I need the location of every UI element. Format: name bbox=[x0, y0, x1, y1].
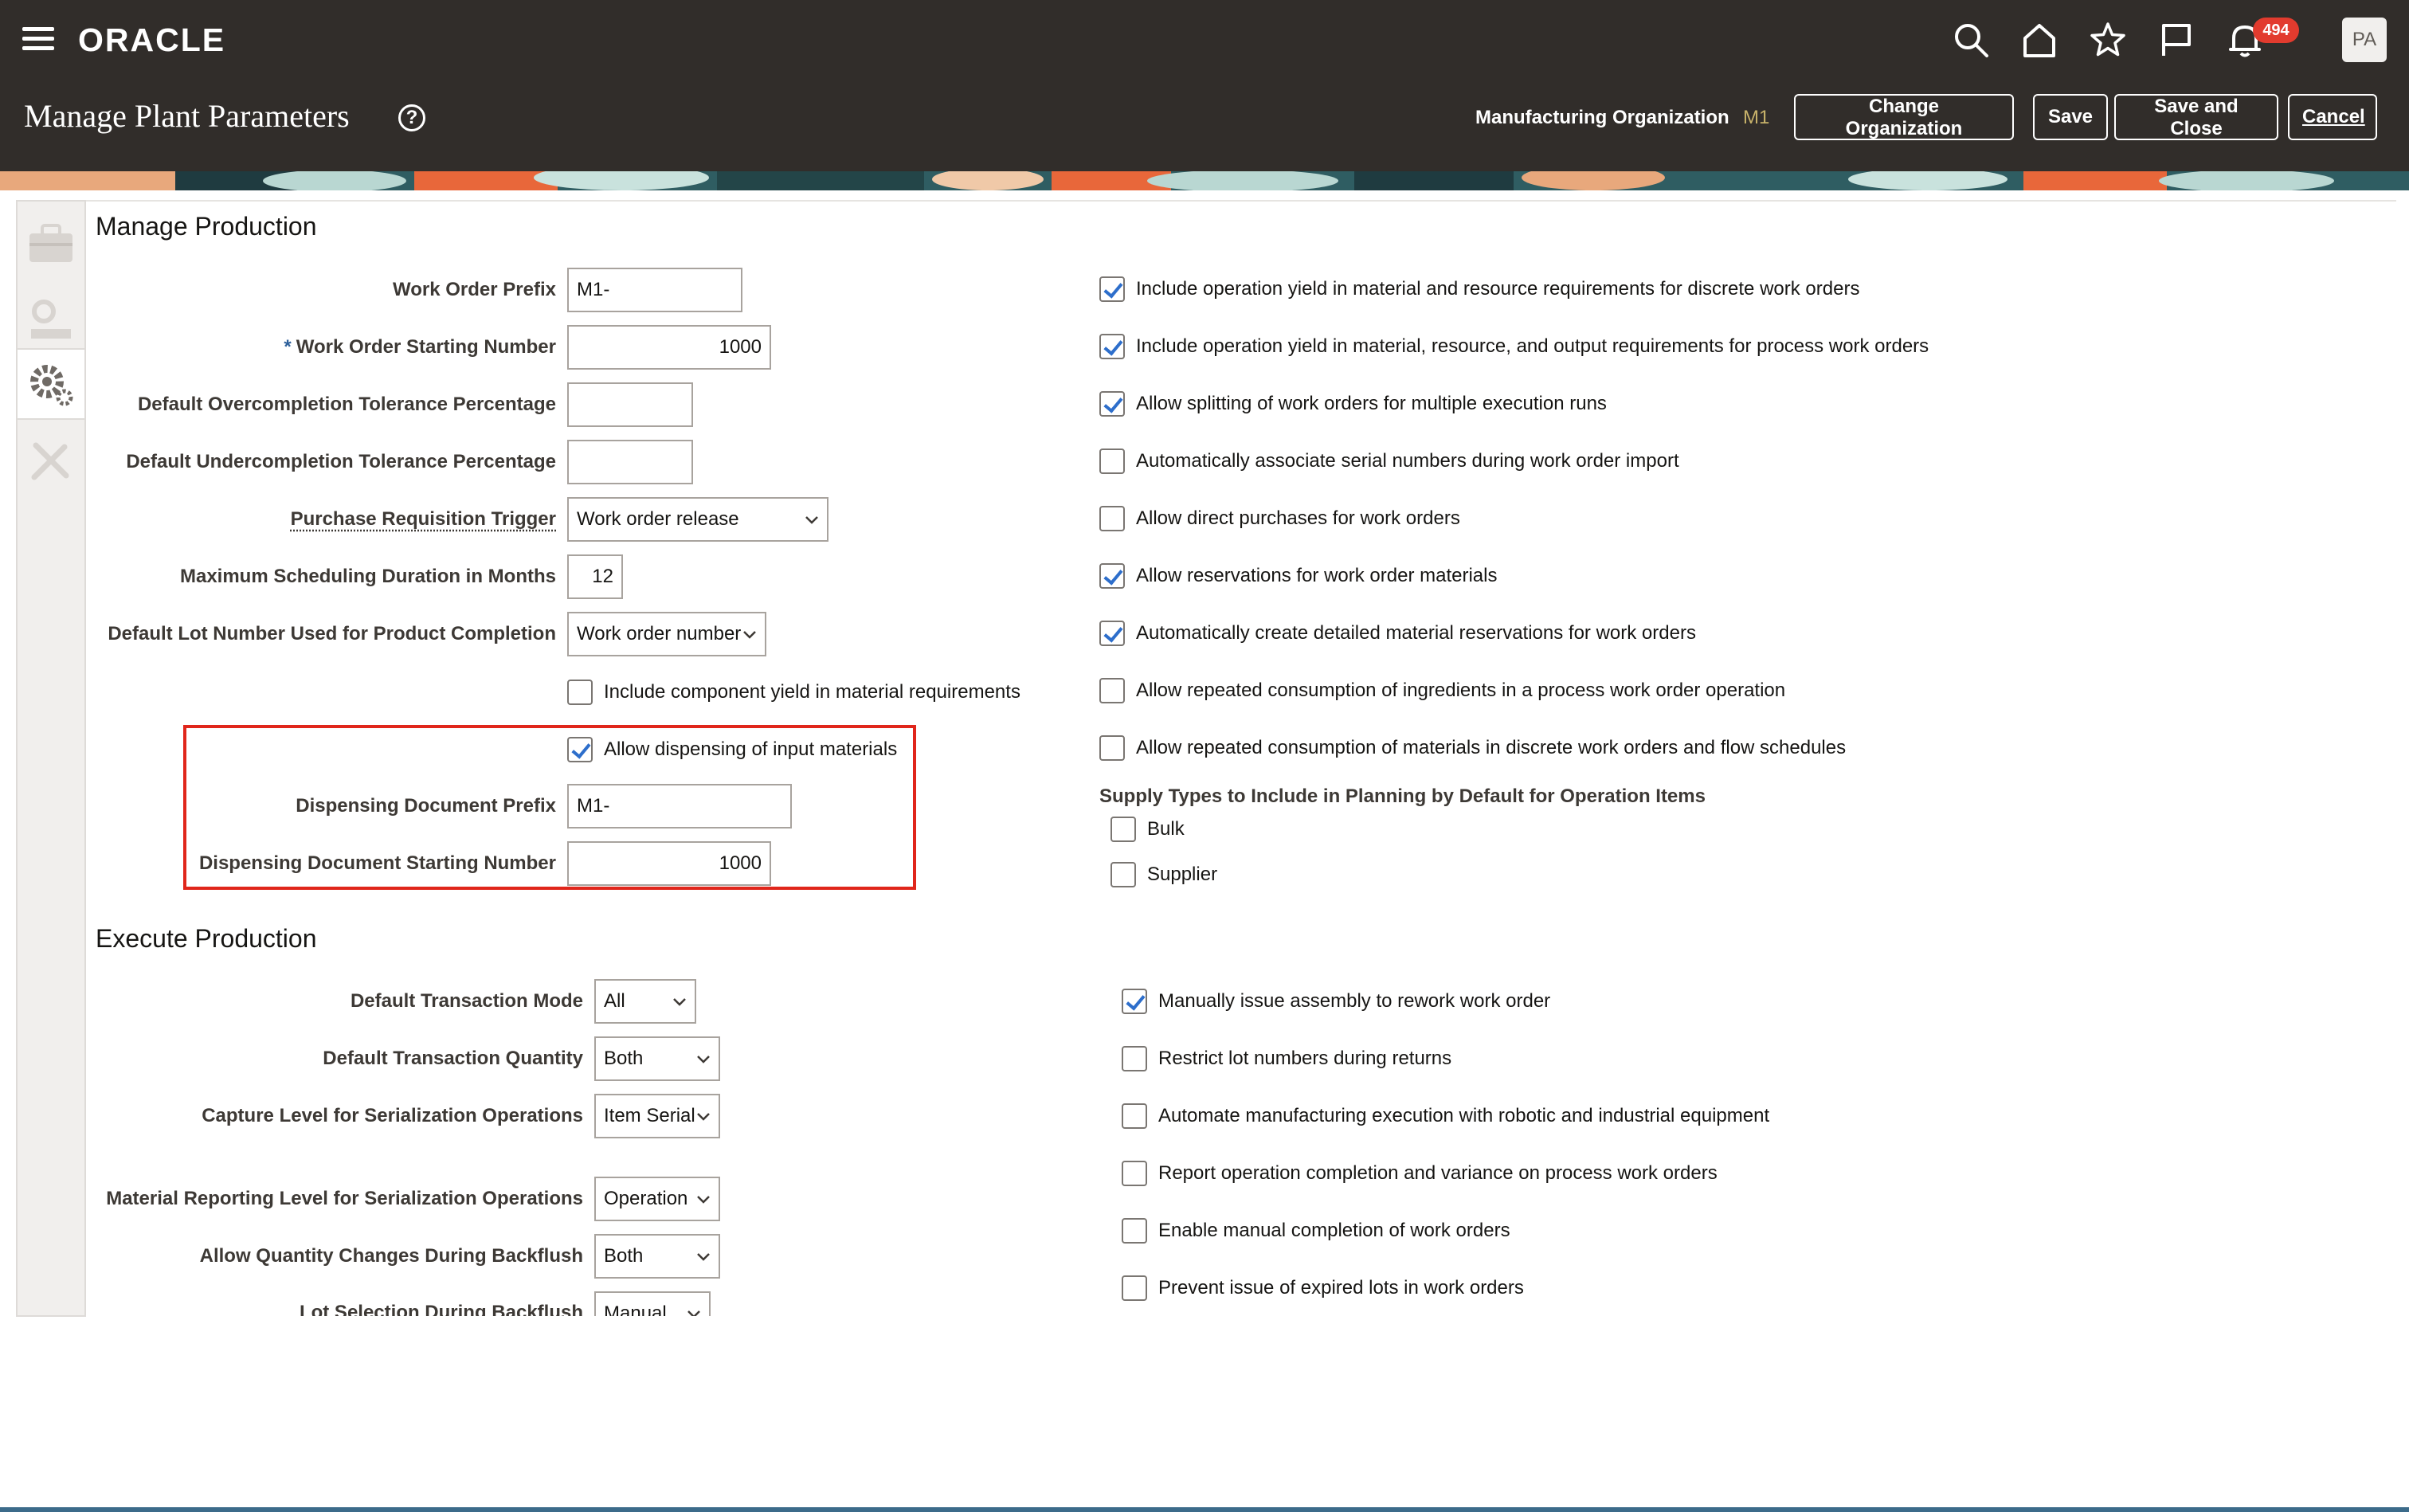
transaction-mode-label: Default Transaction Mode bbox=[350, 990, 583, 1012]
change-organization-button[interactable]: Change Organization bbox=[1794, 94, 2014, 140]
oracle-logo[interactable]: ORACLE bbox=[78, 20, 225, 60]
org-label: Manufacturing Organization bbox=[1475, 107, 1729, 128]
global-header: ORACLE 494 PA Manage Plant Parameters ? … bbox=[0, 0, 2409, 171]
cancel-button[interactable]: Cancel bbox=[2288, 94, 2377, 140]
overcompletion-tolerance-input[interactable] bbox=[567, 382, 693, 427]
quantity-changes-backflush-select[interactable]: Both bbox=[594, 1234, 720, 1279]
default-lot-number-select[interactable]: Work order number bbox=[567, 612, 766, 656]
dispensing-prefix-input[interactable] bbox=[567, 784, 792, 828]
tools-tab-icon[interactable] bbox=[18, 425, 84, 496]
chevron-down-icon bbox=[697, 1196, 710, 1204]
required-indicator: * bbox=[284, 336, 292, 358]
dispensing-starting-number-label: Dispensing Document Starting Number bbox=[198, 852, 556, 874]
home-icon[interactable] bbox=[2017, 18, 2062, 62]
search-icon[interactable] bbox=[1949, 18, 1993, 62]
menu-icon[interactable] bbox=[22, 27, 54, 51]
work-order-starting-number-input[interactable] bbox=[567, 325, 771, 370]
gear-tab-icon[interactable] bbox=[18, 348, 84, 420]
content-top-divider bbox=[86, 200, 2396, 202]
toolbox-tab-icon[interactable] bbox=[18, 208, 84, 280]
option-checkbox[interactable]: Include operation yield in material and … bbox=[1099, 276, 1859, 303]
clipped-row-container: Lot Selection During Backflush Manual bbox=[0, 1289, 797, 1316]
supply-type-bulk-checkbox[interactable]: Bulk bbox=[1110, 816, 1185, 843]
include-component-yield-checkbox[interactable]: Include component yield in material requ… bbox=[567, 679, 1020, 706]
max-scheduling-duration-input[interactable] bbox=[567, 554, 623, 599]
work-order-prefix-input[interactable] bbox=[567, 268, 742, 312]
bottom-border bbox=[0, 1507, 2409, 1512]
chevron-down-icon bbox=[697, 1056, 710, 1063]
help-icon[interactable]: ? bbox=[398, 104, 425, 131]
material-reporting-level-label: Material Reporting Level for Serializati… bbox=[106, 1188, 583, 1209]
option-checkbox[interactable]: Include operation yield in material, res… bbox=[1099, 333, 1929, 360]
save-button[interactable]: Save bbox=[2033, 94, 2108, 140]
option-checkbox[interactable]: Automatically create detailed material r… bbox=[1099, 620, 1696, 647]
purchase-requisition-trigger-label[interactable]: Purchase Requisition Trigger bbox=[291, 508, 556, 531]
chevron-down-icon bbox=[673, 998, 686, 1006]
favorites-star-icon[interactable] bbox=[2086, 18, 2130, 62]
checkbox-box bbox=[567, 680, 593, 705]
capture-level-label: Capture Level for Serialization Operatio… bbox=[202, 1105, 583, 1126]
page-title: Manage Plant Parameters bbox=[24, 98, 350, 134]
purchase-requisition-trigger-select[interactable]: Work order release bbox=[567, 497, 828, 542]
work-order-starting-number-label: * Work Order Starting Number bbox=[284, 336, 556, 358]
quantity-changes-backflush-label: Allow Quantity Changes During Backflush bbox=[199, 1245, 583, 1267]
settings-gears-tab-icon[interactable] bbox=[18, 284, 84, 356]
flag-icon[interactable] bbox=[2154, 18, 2199, 62]
option-checkbox[interactable]: Allow direct purchases for work orders bbox=[1099, 505, 1460, 532]
lot-selection-backflush-label: Lot Selection During Backflush bbox=[299, 1302, 583, 1316]
transaction-mode-select[interactable]: All bbox=[594, 979, 696, 1024]
dispensing-starting-number-input[interactable] bbox=[567, 841, 771, 886]
work-order-prefix-label: Work Order Prefix bbox=[393, 279, 556, 300]
max-scheduling-duration-label: Maximum Scheduling Duration in Months bbox=[179, 566, 556, 587]
dispensing-prefix-label: Dispensing Document Prefix bbox=[296, 795, 556, 817]
notifications-count-badge[interactable]: 494 bbox=[2253, 18, 2299, 43]
transaction-quantity-select[interactable]: Both bbox=[594, 1036, 720, 1081]
chevron-down-icon bbox=[743, 631, 756, 639]
transaction-quantity-label: Default Transaction Quantity bbox=[323, 1048, 583, 1069]
save-and-close-button[interactable]: Save and Close bbox=[2114, 94, 2278, 140]
supply-types-heading: Supply Types to Include in Planning by D… bbox=[1099, 785, 1706, 807]
option-checkbox[interactable]: Allow reservations for work order materi… bbox=[1099, 562, 1497, 590]
lot-selection-backflush-select[interactable]: Manual bbox=[594, 1291, 711, 1316]
chevron-down-icon bbox=[687, 1310, 700, 1316]
chevron-down-icon bbox=[697, 1113, 710, 1121]
undercompletion-tolerance-label: Default Undercompletion Tolerance Percen… bbox=[126, 451, 556, 472]
option-checkbox[interactable]: Manually issue assembly to rework work o… bbox=[1122, 988, 1550, 1015]
undercompletion-tolerance-input[interactable] bbox=[567, 440, 693, 484]
option-checkbox[interactable]: Automate manufacturing execution with ro… bbox=[1122, 1103, 1769, 1130]
panel-tabs-rail bbox=[16, 200, 86, 1317]
material-reporting-level-select[interactable]: Operation bbox=[594, 1177, 720, 1221]
option-checkbox[interactable]: Allow splitting of work orders for multi… bbox=[1099, 390, 1607, 417]
chevron-down-icon bbox=[805, 516, 818, 524]
manage-production-heading: Manage Production bbox=[96, 212, 317, 241]
chevron-down-icon bbox=[697, 1253, 710, 1261]
org-value: M1 bbox=[1743, 107, 1770, 128]
option-checkbox[interactable]: Allow repeated consumption of ingredient… bbox=[1099, 677, 1785, 704]
option-checkbox[interactable]: Report operation completion and variance… bbox=[1122, 1160, 1718, 1187]
decorative-banner bbox=[0, 171, 2409, 190]
capture-level-select[interactable]: Item Serial bbox=[594, 1094, 720, 1138]
supply-type-supplier-checkbox[interactable]: Supplier bbox=[1110, 861, 1217, 888]
option-checkbox[interactable]: Restrict lot numbers during returns bbox=[1122, 1045, 1451, 1072]
option-checkbox[interactable]: Enable manual completion of work orders bbox=[1122, 1217, 1510, 1244]
option-checkbox[interactable]: Automatically associate serial numbers d… bbox=[1099, 448, 1679, 475]
execute-production-heading: Execute Production bbox=[96, 924, 317, 953]
overcompletion-tolerance-label: Default Overcompletion Tolerance Percent… bbox=[137, 394, 556, 415]
option-checkbox[interactable]: Prevent issue of expired lots in work or… bbox=[1122, 1275, 1524, 1302]
user-avatar[interactable]: PA bbox=[2342, 18, 2387, 62]
checkbox-box bbox=[567, 737, 593, 762]
allow-dispensing-checkbox[interactable]: Allow dispensing of input materials bbox=[567, 736, 897, 763]
default-lot-number-label: Default Lot Number Used for Product Comp… bbox=[108, 623, 556, 644]
option-checkbox[interactable]: Allow repeated consumption of materials … bbox=[1099, 734, 1846, 762]
